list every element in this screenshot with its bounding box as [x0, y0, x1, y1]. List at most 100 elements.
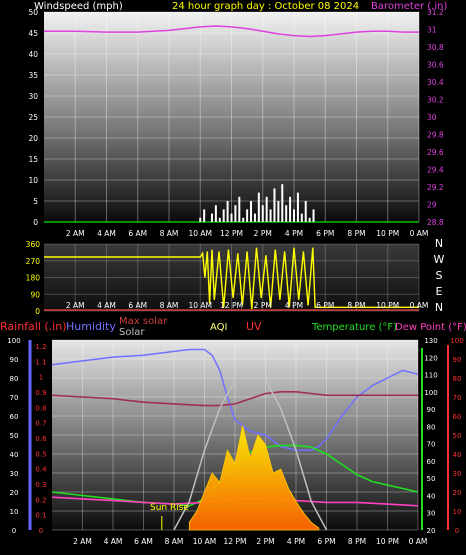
temperature-tick: 100	[424, 389, 437, 397]
time-tick: 0 AM	[409, 537, 428, 546]
temperature-tick: 30	[427, 510, 436, 518]
time-tick: 6 AM	[128, 229, 147, 238]
temperature-tick: 130	[424, 337, 437, 345]
barometer-tick: 29	[427, 201, 437, 210]
time-tick: 8 AM	[160, 229, 179, 238]
time-tick: 2 AM	[66, 301, 85, 310]
time-tick: 10 PM	[376, 229, 399, 238]
sun-rise-label: Sun Rise	[150, 503, 189, 513]
time-tick: 6 PM	[316, 229, 334, 238]
rainfall-tick: 0.7	[35, 420, 46, 428]
time-tick: 0 AM	[410, 301, 429, 310]
windspeed-tick: 5	[33, 197, 38, 206]
barometer-tick: 29.6	[427, 148, 444, 157]
rainfall-tick: 0.3	[35, 481, 46, 489]
rainfall-tick: 0.8	[35, 404, 46, 412]
temperature-legend: Temperature (°F)	[311, 322, 397, 333]
compass-label: E	[436, 285, 443, 298]
time-tick: 4 PM	[285, 229, 303, 238]
uv-tick: 40	[453, 451, 462, 459]
uv-tick: 70	[453, 394, 462, 402]
rainfall-tick: 0	[39, 527, 43, 535]
time-tick: 4 AM	[97, 301, 116, 310]
direction-tick: 270	[26, 257, 41, 266]
rainfall-tick: 0.6	[35, 435, 47, 443]
time-tick: 2 AM	[66, 229, 85, 238]
temperature-tick: 40	[427, 492, 436, 500]
windspeed-tick: 45	[28, 29, 38, 38]
rainfall-tick: 0.1	[35, 512, 46, 520]
humidity-tick: 30	[10, 470, 19, 478]
time-tick: 6 AM	[128, 301, 147, 310]
temperature-tick: 20	[427, 527, 436, 535]
temperature-tick: 120	[424, 354, 437, 362]
barometer-tick: 30	[427, 113, 437, 122]
time-tick: 2 AM	[73, 537, 92, 546]
barometer-tick: 30.8	[427, 43, 444, 52]
humidity-tick: 50	[10, 432, 19, 440]
rainfall-legend: Rainfall (.in)	[0, 320, 67, 333]
windspeed-tick: 30	[28, 92, 38, 101]
rainfall-tick: 0.4	[35, 466, 47, 474]
windspeed-tick: 10	[28, 176, 38, 185]
temperature-tick: 50	[427, 475, 436, 483]
time-tick: 4 AM	[97, 229, 116, 238]
direction-tick: 0	[35, 307, 40, 316]
rainfall-tick: 0.2	[35, 496, 46, 504]
time-tick: 8 PM	[347, 229, 365, 238]
climate-panel: 010203040506070809010000.10.20.30.40.50.…	[0, 316, 466, 546]
windspeed-tick: 20	[28, 134, 38, 143]
uv-tick: 20	[453, 489, 462, 497]
uv-legend: UV	[246, 320, 262, 333]
compass-label: S	[436, 269, 443, 282]
humidity-tick: 90	[10, 356, 19, 364]
time-tick: 12 PM	[220, 301, 243, 310]
time-tick: 0 AM	[410, 229, 429, 238]
rainfall-tick: 1.2	[35, 343, 46, 351]
uv-tick: 80	[453, 375, 462, 383]
time-tick: 10 PM	[376, 537, 399, 546]
barometer-axis-label: Barometer (.in)	[371, 1, 447, 12]
barometer-tick: 30.2	[427, 96, 444, 105]
uv-tick: 30	[453, 470, 462, 478]
uv-tick: 100	[450, 337, 463, 345]
uv-tick: 90	[453, 356, 462, 364]
humidity-tick: 40	[10, 451, 19, 459]
time-tick: 8 PM	[347, 301, 365, 310]
compass-label: N	[435, 301, 443, 314]
time-tick: 10 AM	[188, 229, 212, 238]
time-tick: 8 AM	[160, 301, 179, 310]
time-tick: 2 PM	[256, 537, 274, 546]
humidity-tick: 70	[10, 394, 19, 402]
solar-legend: Solar	[119, 327, 145, 338]
humidity-tick: 80	[10, 375, 19, 383]
temperature-tick: 90	[427, 406, 436, 414]
windspeed-tick: 40	[28, 50, 38, 59]
time-tick: 4 PM	[285, 301, 303, 310]
rainfall-tick: 0.5	[35, 450, 46, 458]
barometer-tick: 29.8	[427, 131, 444, 140]
uv-tick: 10	[453, 508, 462, 516]
max-solar-legend: Max solar	[119, 316, 168, 327]
time-tick: 12 PM	[220, 229, 243, 238]
wind-barometer-panel: 0510152025303540455028.82929.229.429.629…	[28, 1, 447, 238]
rainfall-tick: 0.9	[35, 389, 46, 397]
windspeed-tick: 35	[28, 71, 38, 80]
windspeed-tick: 0	[33, 218, 38, 227]
humidity-tick: 20	[10, 489, 19, 497]
direction-tick: 180	[26, 274, 41, 283]
aqi-legend: AQI	[210, 322, 228, 333]
barometer-tick: 29.4	[427, 166, 444, 175]
temperature-tick: 80	[427, 423, 436, 431]
humidity-tick: 100	[7, 337, 20, 345]
time-tick: 10 AM	[193, 537, 217, 546]
barometer-tick: 30.4	[427, 78, 444, 87]
direction-tick: 90	[30, 290, 40, 299]
uv-tick: 60	[453, 413, 462, 421]
time-tick: 4 AM	[104, 537, 123, 546]
rainfall-tick: 1	[39, 374, 43, 382]
barometer-tick: 30.6	[427, 61, 444, 70]
humidity-tick: 10	[10, 508, 19, 516]
time-tick: 6 PM	[317, 537, 335, 546]
barometer-tick: 31	[427, 26, 437, 35]
